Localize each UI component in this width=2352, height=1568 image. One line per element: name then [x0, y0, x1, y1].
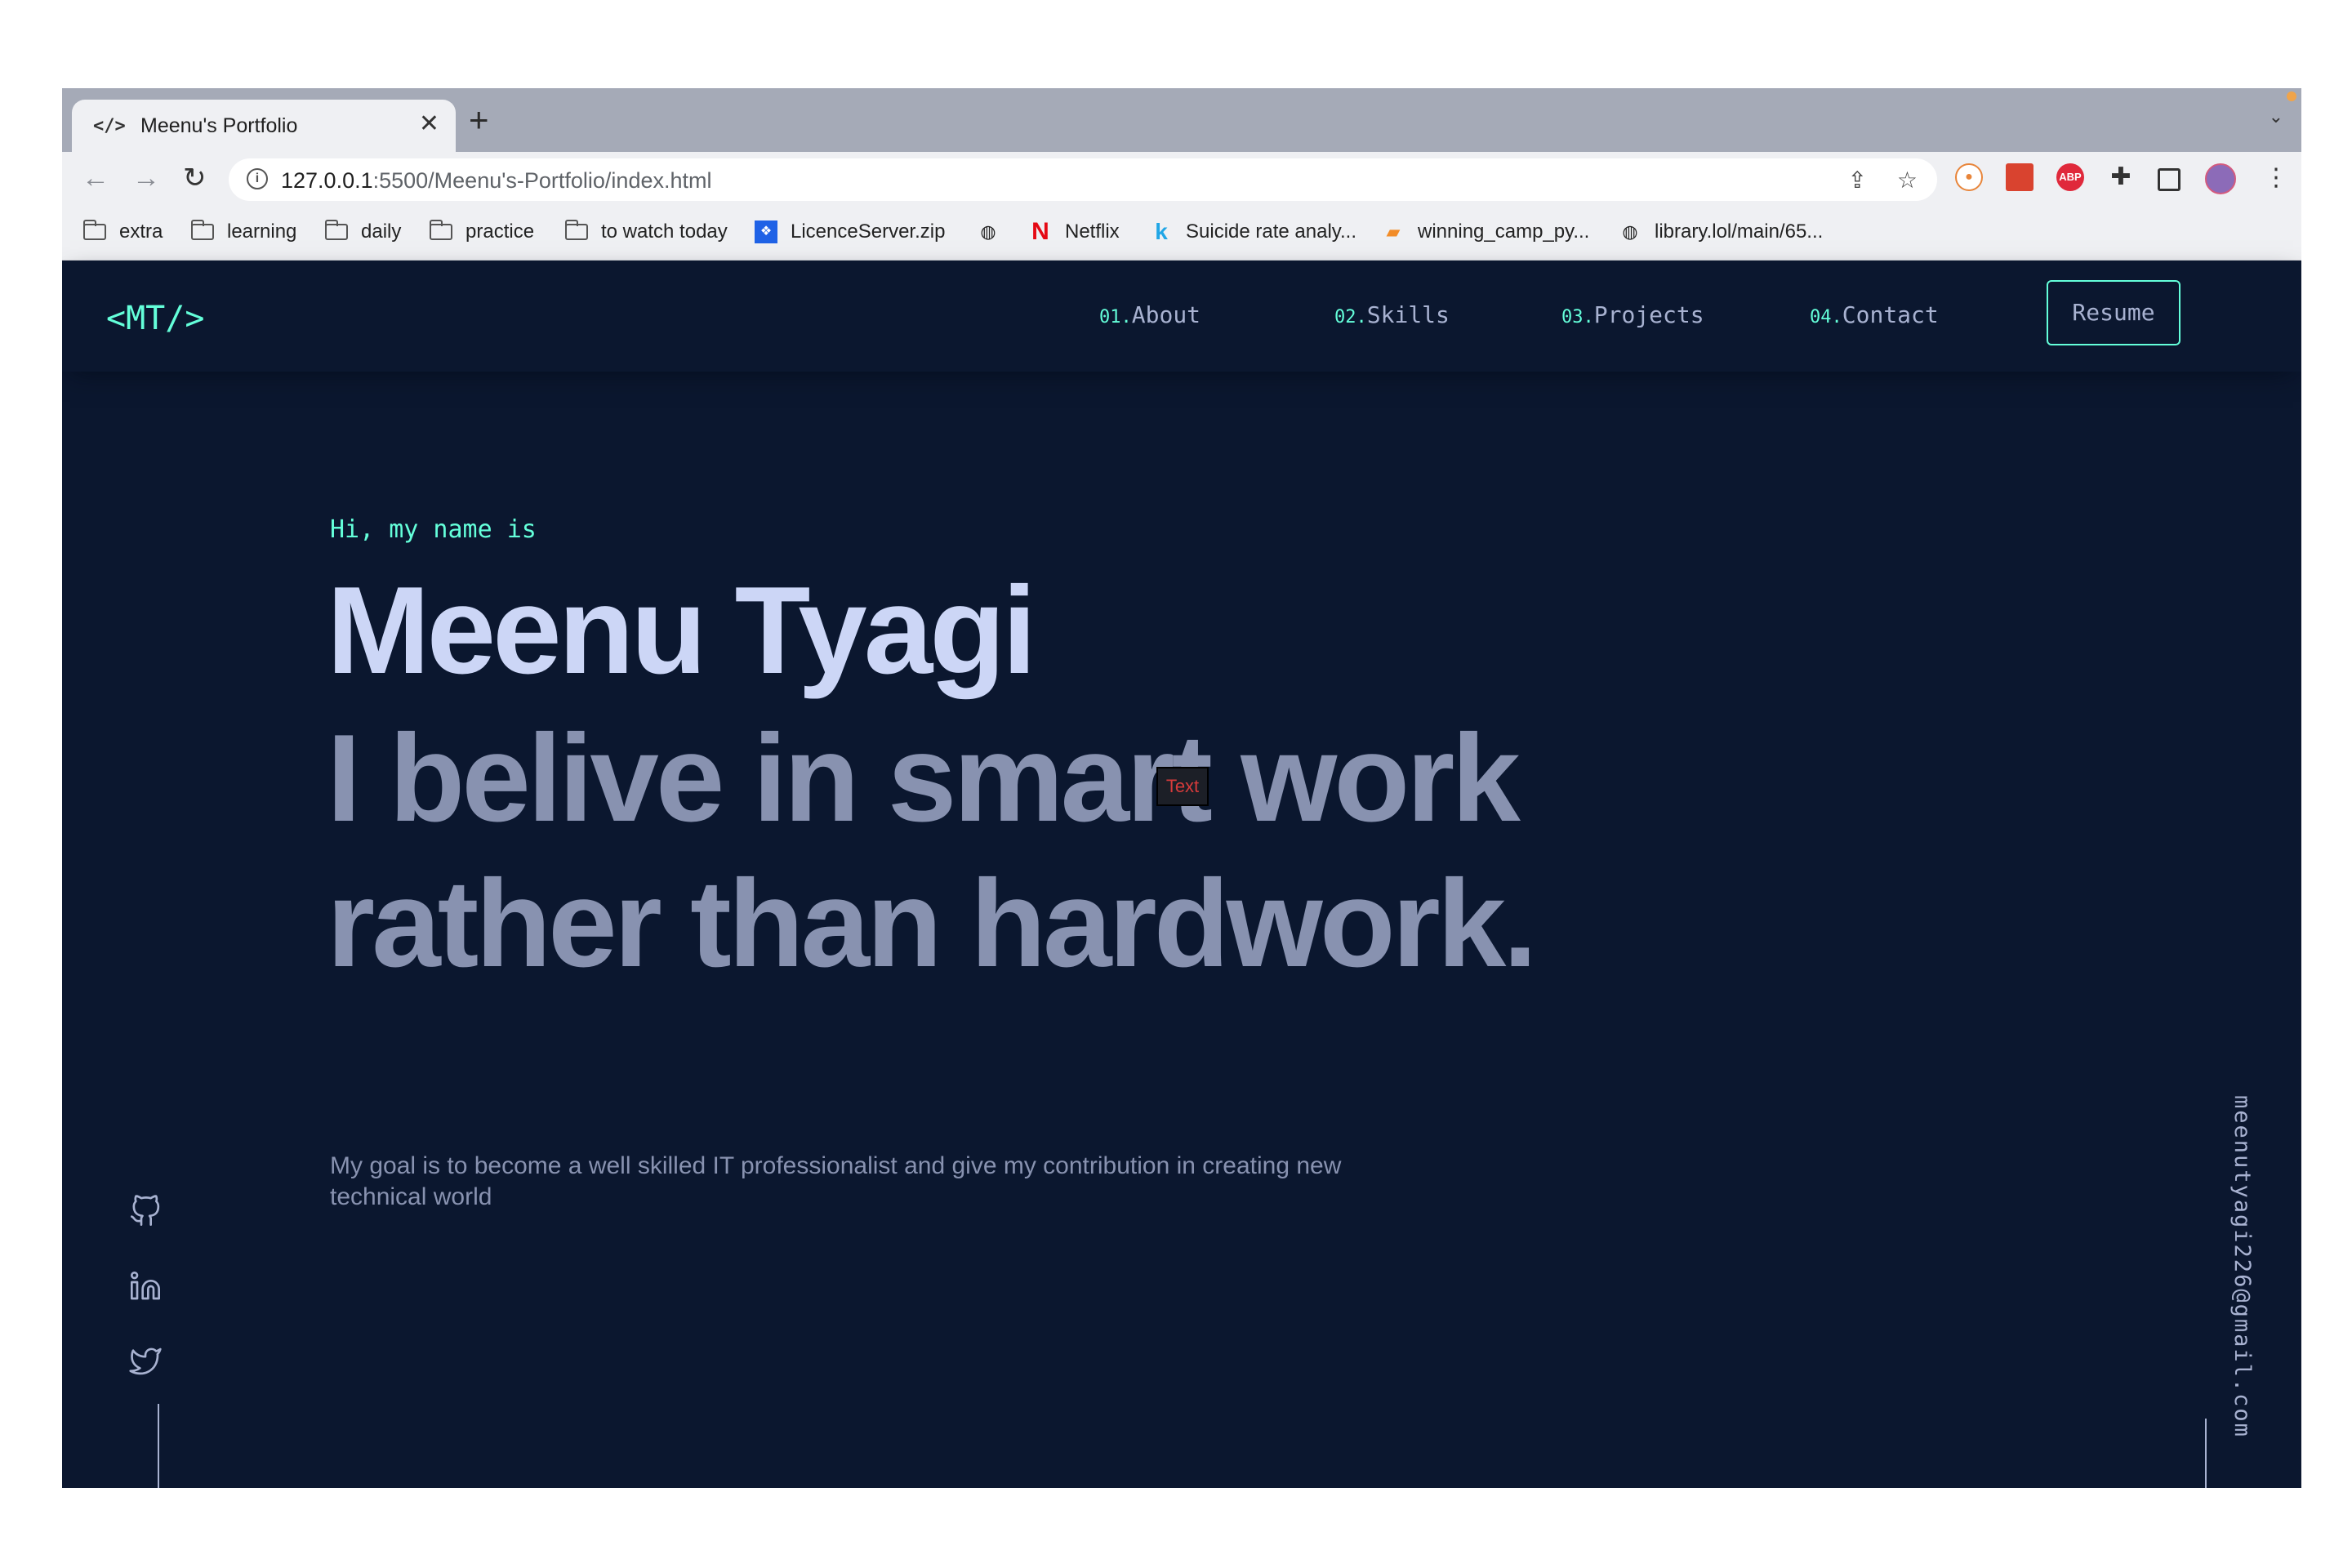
kaggle-icon: k: [1155, 219, 1168, 244]
email-divider-line: [2205, 1419, 2207, 1488]
url-text[interactable]: 127.0.0.1:5500/Meenu's-Portfolio/index.h…: [281, 168, 711, 194]
globe-icon: ◍: [980, 221, 996, 242]
bookmark-extension-icon[interactable]: [2006, 163, 2034, 191]
portfolio-page: <MT/> 01.About 02.Skills 03.Projects 04.…: [62, 261, 2301, 1488]
bookmarks-bar: extra learning daily practice to watch t…: [62, 207, 2301, 261]
hero-name: Meenu Tyagi: [327, 561, 1036, 700]
notebook-icon: ▰: [1386, 221, 1401, 242]
info-icon[interactable]: i: [247, 168, 268, 189]
side-panel-icon[interactable]: [2158, 168, 2180, 191]
bookmark-netflix[interactable]: N Netflix: [1029, 218, 1120, 245]
hero-description: My goal is to become a well skilled IT p…: [330, 1152, 1342, 1210]
bookmark-daily[interactable]: daily: [324, 220, 401, 243]
social-divider-line: [158, 1404, 159, 1488]
bookmark-learning[interactable]: learning: [190, 220, 296, 243]
address-bar[interactable]: i 127.0.0.1:5500/Meenu's-Portfolio/index…: [229, 158, 1937, 201]
menu-icon[interactable]: ⋮: [2264, 163, 2288, 193]
share-icon[interactable]: ⇪: [1848, 167, 1867, 194]
profile-avatar[interactable]: [2205, 163, 2236, 194]
nav-contact[interactable]: 04.Contact: [1810, 301, 1939, 328]
bookmark-winning-camp[interactable]: ▰ winning_camp_py...: [1382, 220, 1590, 243]
folder-icon: [82, 220, 106, 240]
bookmark-licenceserver[interactable]: ❖ LicenceServer.zip: [755, 220, 945, 243]
nav-projects[interactable]: 03.Projects: [1561, 301, 1704, 328]
puzzle-icon[interactable]: ✚: [2107, 163, 2135, 191]
github-icon[interactable]: [129, 1195, 162, 1227]
linkedin-icon[interactable]: [129, 1270, 162, 1303]
globe-icon: ◍: [1622, 221, 1638, 242]
tagline-line-2: rather than hardwork.: [327, 854, 1538, 993]
bookmark-to-watch-today[interactable]: to watch today: [564, 220, 728, 243]
new-tab-button[interactable]: +: [469, 103, 489, 137]
resume-button[interactable]: Resume: [2047, 280, 2180, 345]
text-marker: Text: [1156, 767, 1209, 806]
tab-title: Meenu's Portfolio: [140, 114, 298, 137]
tagline-line-1: I belive in smart work: [327, 709, 1521, 848]
bookmark-library[interactable]: ◍ library.lol/main/65...: [1619, 220, 1823, 243]
status-dot: [2287, 91, 2296, 101]
site-header: <MT/> 01.About 02.Skills 03.Projects 04.…: [62, 261, 2301, 372]
code-icon: </>: [93, 116, 126, 136]
bookmark-suicide-rate[interactable]: k Suicide rate analy...: [1150, 220, 1356, 243]
browser-toolbar: ← → ↻ i 127.0.0.1:5500/Meenu's-Portfolio…: [62, 152, 2301, 207]
tab-portfolio[interactable]: </> Meenu's Portfolio ✕: [72, 100, 456, 152]
forward-icon[interactable]: →: [132, 163, 160, 193]
dropbox-icon: ❖: [755, 220, 777, 243]
chevron-down-icon[interactable]: ⌄: [2269, 106, 2283, 127]
back-icon[interactable]: ←: [82, 163, 109, 193]
netflix-icon: N: [1031, 218, 1049, 245]
reload-icon[interactable]: ↻: [183, 163, 207, 193]
extension-icon[interactable]: ●: [1955, 163, 1983, 191]
nav-skills[interactable]: 02.Skills: [1334, 301, 1450, 328]
folder-icon: [429, 220, 452, 240]
tab-strip: </> Meenu's Portfolio ✕ + ⌄: [62, 88, 2301, 152]
close-icon[interactable]: ✕: [419, 109, 439, 138]
email-link[interactable]: meenutyagi226@gmail.com: [2230, 1095, 2255, 1438]
nav-about[interactable]: 01.About: [1099, 301, 1200, 328]
hero-tagline: I belive in smart work rather than hardw…: [327, 706, 1538, 996]
hero-greeting: Hi, my name is: [330, 515, 537, 544]
adblock-icon[interactable]: ABP: [2056, 163, 2084, 191]
bookmark-extra[interactable]: extra: [82, 220, 163, 243]
folder-icon: [564, 220, 588, 240]
site-logo[interactable]: <MT/>: [106, 300, 204, 337]
folder-icon: [190, 220, 214, 240]
bookmark-practice[interactable]: practice: [429, 220, 534, 243]
folder-icon: [324, 220, 348, 240]
browser-window: </> Meenu's Portfolio ✕ + ⌄ ← → ↻ i 127.…: [62, 88, 2301, 1488]
twitter-icon[interactable]: [129, 1345, 162, 1378]
star-icon[interactable]: ☆: [1897, 167, 1918, 194]
bookmark-globe[interactable]: ◍: [977, 220, 1013, 243]
